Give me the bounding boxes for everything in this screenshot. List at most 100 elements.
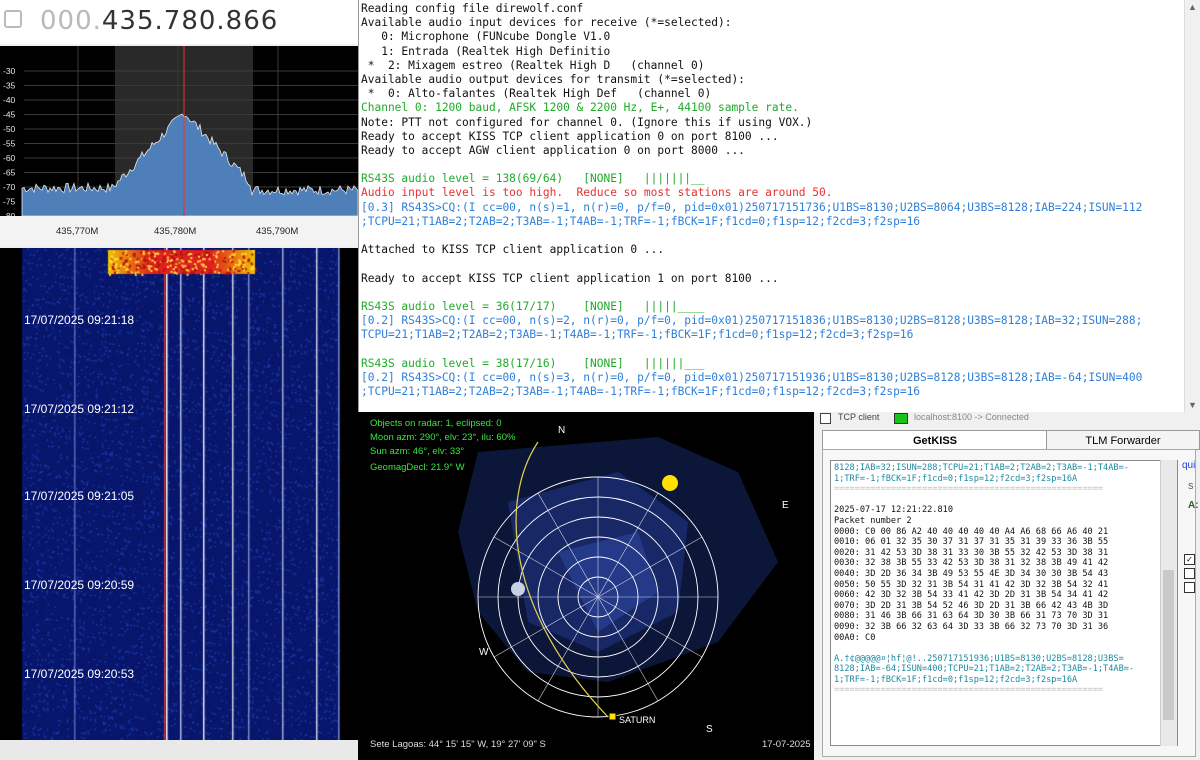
console-line: ;TCPU=21;T1AB=2;T2AB=2;T3AB=-1;T4AB=-1;T… <box>361 214 921 228</box>
kiss-log-scrollbar[interactable] <box>1160 460 1177 746</box>
kiss-side-controls: qui S A: ✓ <box>1178 452 1200 752</box>
kiss-log-line: Packet number 2 <box>834 515 912 526</box>
compass-west: W <box>479 647 489 658</box>
console-line: RS43S audio level = 38(17/16) [NONE] |||… <box>361 356 705 370</box>
console-line: 1: Entrada (Realtek High Definitio <box>361 44 611 58</box>
tcp-status: localhost:8100 -> Connected <box>914 412 1029 422</box>
kiss-log-line: 8128;IAB=-64;ISUN=400;TCPU=21;T1AB=2;T2A… <box>834 664 1135 675</box>
connection-status-icon <box>894 413 908 424</box>
waterfall-timestamp: 17/07/2025 09:20:59 <box>24 578 135 592</box>
waterfall-timestamp: 17/07/2025 09:21:05 <box>24 489 135 503</box>
tab-getkiss[interactable]: GetKISS <box>822 430 1048 450</box>
console-line: 0: Microphone (FUNcube Dongle V1.0 <box>361 30 611 44</box>
satellite-label: SATURN <box>619 715 655 725</box>
kiss-packet-log[interactable]: 8128;IAB=32;ISUN=288;TCPU=21;T1AB=2;T2AB… <box>830 460 1178 746</box>
kiss-log-line: 1;TRF=-1;fBCK=1F;f1cd=0;f1sp=12;f2cd=3;f… <box>834 473 1078 484</box>
scroll-down-icon[interactable]: ▼ <box>1188 400 1197 410</box>
side-checkbox[interactable] <box>1184 582 1195 593</box>
side-checkbox-checked[interactable]: ✓ <box>1184 554 1195 565</box>
waterfall-labels: 17/07/2025 09:21:18 17/07/2025 09:21:12 … <box>0 248 358 740</box>
observer-location: Sete Lagoas: 44° 15' 15" W, 19° 27' 09" … <box>370 739 546 750</box>
kiss-log-text: 8128;IAB=32;ISUN=288;TCPU=21;T1AB=2;T2AB… <box>834 463 1134 696</box>
kiss-log-line: 0010: 06 01 32 35 30 37 31 37 31 35 31 3… <box>834 537 1109 548</box>
kiss-log-line: ========================================… <box>834 685 1104 696</box>
side-checkbox[interactable] <box>1184 568 1195 579</box>
getkiss-panel: TCP client localhost:8100 -> Connected G… <box>814 412 1200 760</box>
frequency-display[interactable]: 000.435.780.866 <box>0 0 358 44</box>
db-tick-label: -45 <box>3 110 16 120</box>
console-line: Audio input level is too high. Reduce so… <box>361 186 833 200</box>
db-tick-label: -75 <box>3 197 16 207</box>
console-line: * 2: Mixagem estreo (Realtek High D (cha… <box>361 58 705 72</box>
tcp-client-checkbox[interactable] <box>820 413 831 424</box>
satellite-radar[interactable]: N E S W SATURN Objects on radar: 1, ecli… <box>358 412 814 760</box>
console-line: [0.2] RS43S>CQ:(I cc=00, n(s)=2, n(r)=0,… <box>361 314 1143 328</box>
compass-east: E <box>782 500 789 511</box>
compass-north: N <box>558 425 565 436</box>
console-line: RS43S audio level = 36(17/17) [NONE] |||… <box>361 299 705 313</box>
waterfall-timestamp: 17/07/2025 09:21:18 <box>24 313 135 327</box>
console-scrollbar[interactable]: ▲ ▼ <box>1184 0 1200 412</box>
scrollbar-thumb[interactable] <box>1163 570 1174 720</box>
compass-south: S <box>706 724 713 735</box>
freq-tick-label: 435,790M <box>256 226 298 237</box>
console-line: TCPU=21;T1AB=2;T2AB=2;T3AB=-1;T4AB=-1;TR… <box>361 328 914 342</box>
kiss-log-line: 0080: 31 46 3B 66 31 63 64 3D 30 3B 66 3… <box>834 611 1109 622</box>
radar-info-line: GeomagDecl: 21.9° W <box>370 462 465 473</box>
kiss-log-line: 0070: 3D 2D 31 3B 54 52 46 3D 2D 31 3B 6… <box>834 600 1109 611</box>
kiss-log-line <box>834 495 1134 506</box>
sdr-status-bar <box>0 740 358 760</box>
console-line: RS43S audio level = 138(69/64) [NONE] ||… <box>361 172 705 186</box>
tab-tlm-forwarder[interactable]: TLM Forwarder <box>1046 430 1200 450</box>
kiss-log-line: 0090: 32 3B 66 32 63 64 3D 33 3B 66 32 7… <box>834 621 1109 632</box>
sun-icon <box>662 475 678 491</box>
waterfall-timestamp: 17/07/2025 09:20:53 <box>24 667 135 681</box>
db-tick-label: -55 <box>3 139 16 149</box>
db-tick-label: -30 <box>3 66 16 76</box>
menu-icon[interactable] <box>4 10 22 28</box>
side-label: qui <box>1182 460 1196 471</box>
kiss-log-line <box>834 643 1134 654</box>
db-tick-label: -65 <box>3 168 16 178</box>
kiss-log-line: 00A0: C0 <box>834 632 876 643</box>
radar-info-line: Moon azm: 290°, elv: 23°, ilu: 60% <box>370 432 516 443</box>
db-tick-label: -70 <box>3 182 16 192</box>
kiss-log-line: 0030: 32 38 3B 55 33 42 53 3D 38 31 32 3… <box>834 558 1109 569</box>
kiss-log-line: ========================================… <box>834 484 1104 495</box>
frequency-value: 435.780.866 <box>101 6 279 36</box>
console-line: Attached to KISS TCP client application … <box>361 243 665 257</box>
console-line: [0.3] RS43S>CQ:(I cc=00, n(s)=1, n(r)=0,… <box>361 200 1143 214</box>
console-line: Available audio output devices for trans… <box>361 72 745 86</box>
freq-tick-label: 435,770M <box>56 226 98 237</box>
moon-icon <box>511 582 525 596</box>
db-tick-label: -50 <box>3 124 16 134</box>
kiss-log-line: 1;TRF=-1;fBCK=1F;f1cd=0;f1sp=12;f2cd=3;f… <box>834 674 1078 685</box>
kiss-log-line: 2025-07-17 12:21:22.810 <box>834 505 953 516</box>
side-group-label: S <box>1188 482 1194 491</box>
db-tick-label: -40 <box>3 95 16 105</box>
frequency-prefix: 000. <box>40 6 102 36</box>
radar-date: 17-07-2025 <box>762 739 811 750</box>
scroll-up-icon[interactable]: ▲ <box>1188 2 1197 12</box>
console-line: [0.2] RS43S>CQ:(I cc=00, n(s)=3, n(r)=0,… <box>361 370 1143 384</box>
satellite-marker[interactable] <box>608 712 617 721</box>
side-value: A: <box>1188 500 1199 511</box>
kiss-log-line: 8128;IAB=32;ISUN=288;TCPU=21;T1AB=2;T2AB… <box>834 463 1129 473</box>
freq-tick-label: 435,780M <box>154 226 196 237</box>
console-line: Ready to accept KISS TCP client applicat… <box>361 129 779 143</box>
console-line: Channel 0: 1200 baud, AFSK 1200 & 2200 H… <box>361 101 799 115</box>
tcp-client-label: TCP client <box>838 412 880 422</box>
sdr-panel: 000.435.780.866 -30 -35 -40 -45 -50 -55 -60 -65… <box>0 0 358 760</box>
direwolf-console[interactable]: Reading config file direwolf.conf Availab… <box>358 0 1200 412</box>
console-line: Ready to accept AGW client application 0… <box>361 143 745 157</box>
radar-info-line: Objects on radar: 1, eclipsed: 0 <box>370 418 502 429</box>
spectrum-plot[interactable]: -30-35-40-45-50-55-60-65-70-75-80 435,77… <box>0 46 358 246</box>
kiss-log-line: 0020: 31 42 53 3D 38 31 33 30 3B 55 32 4… <box>834 547 1109 558</box>
kiss-log-line: 0040: 3D 2D 36 34 3B 49 53 55 4E 3D 34 3… <box>834 568 1109 579</box>
tcp-client-row: TCP client localhost:8100 -> Connected <box>814 412 1200 426</box>
kiss-log-line: À.†¢@@@@@¤¦hf¦@!..250717151936;U1BS=8130… <box>834 653 1124 664</box>
db-tick-label: -60 <box>3 153 16 163</box>
